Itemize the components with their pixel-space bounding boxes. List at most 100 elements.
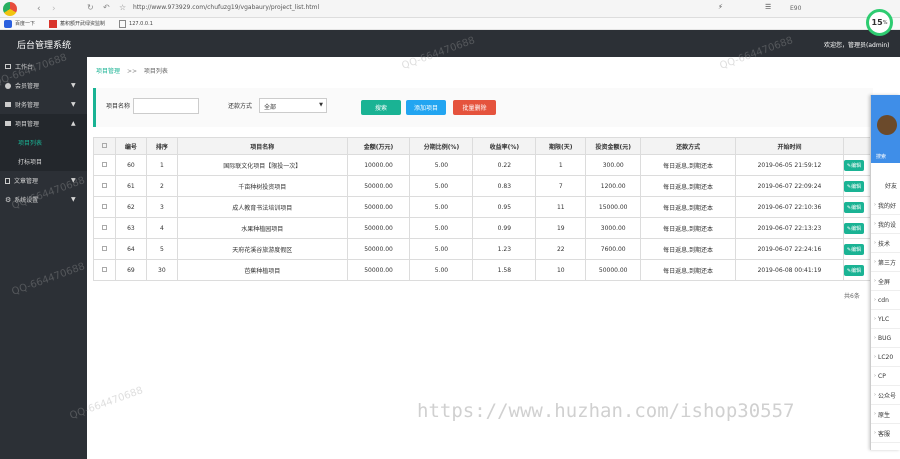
breadcrumb-root[interactable]: 项目管理 [96, 68, 120, 75]
row-checkbox[interactable] [101, 182, 107, 188]
repay-cell: 每日返息,到期还本 [640, 196, 737, 218]
bookmark-item[interactable]: 127.0.0.1 [129, 21, 153, 27]
menu-icon[interactable]: ☰ [765, 3, 771, 11]
panel-list-item-label: 我的好 [878, 202, 897, 210]
select-all-checkbox[interactable] [101, 142, 107, 148]
row-select-cell [93, 154, 116, 176]
table-header-row: 编号 排序 项目名称 金额(万元) 分期比例(%) 收益率(%) 期限(天) 投… [93, 137, 874, 155]
main-content: 项目管理 >> 项目列表 项目名称 还款方式 全部 ▼ 搜索 添加项目 批量删除… [87, 57, 900, 459]
edit-button[interactable]: ✎编辑 [844, 180, 865, 192]
back-icon[interactable]: ‹ [37, 4, 41, 14]
header-actions [842, 137, 874, 155]
amount-cell: 50000.00 [346, 217, 411, 239]
panel-list-item[interactable]: › BUG [871, 329, 900, 348]
panel-list-item[interactable]: › 第三方 [871, 253, 900, 272]
batch-delete-button[interactable]: 批量删除 [453, 100, 496, 115]
panel-list-item[interactable]: › YLC [871, 310, 900, 329]
table-row: 63 4 水果种植园项目 50000.00 5.00 0.99 19 3000.00 每日返息,… [93, 217, 874, 239]
panel-list-item[interactable]: › CP [871, 367, 900, 386]
bookmark-item[interactable]: 百度一下 [15, 20, 35, 27]
panel-list-item[interactable]: › 客服 [871, 424, 900, 443]
rate-cell: 0.99 [472, 217, 537, 239]
panel-list-item[interactable]: › 技术 [871, 234, 900, 253]
pager-info: 共6条 [844, 293, 860, 300]
select-all-cell [93, 137, 116, 155]
speed-value: 15 [871, 18, 883, 27]
panel-list-item-label: 公众号 [878, 392, 897, 400]
lightning-icon[interactable]: ⚡ [718, 3, 723, 11]
header-repay: 还款方式 [640, 137, 737, 155]
panel-list-item[interactable]: › 公众号 [871, 386, 900, 405]
chevron-right-icon: › [874, 373, 876, 379]
panel-list-item[interactable]: › LC20 [871, 348, 900, 367]
edit-button[interactable]: ✎编辑 [844, 222, 865, 234]
sort-cell: 3 [145, 196, 178, 218]
days-cell: 22 [535, 238, 587, 260]
row-checkbox[interactable] [101, 161, 107, 167]
forward-icon[interactable]: › [52, 4, 56, 14]
panel-list-item[interactable]: › cdn [871, 291, 900, 310]
user-menu[interactable]: 欢迎您，管理员(admin) [824, 40, 889, 49]
repay-cell: 每日返息,到期还本 [640, 154, 737, 176]
header-id: 编号 [114, 137, 147, 155]
chevron-right-icon: › [874, 221, 876, 227]
panel-list-item[interactable]: › 全屏 [871, 272, 900, 291]
sidebar-item-projects[interactable]: 项目管理 ▲ [0, 114, 87, 133]
invest-cell: 300.00 [585, 154, 642, 176]
row-checkbox[interactable] [101, 245, 107, 251]
browser-logo-icon [3, 2, 17, 16]
panel-list-item[interactable]: › 我的好 [871, 196, 900, 215]
panel-list-item-label: 我的设 [878, 221, 897, 229]
sidebar-item-marked-projects[interactable]: 打标项目 [0, 152, 87, 171]
edit-button[interactable]: ✎编辑 [844, 243, 865, 255]
bookmark-baidu-icon [4, 19, 12, 28]
add-project-button[interactable]: 添加项目 [406, 100, 446, 115]
app-title: 后台管理系统 [17, 41, 72, 51]
search-button-label: 搜索 [374, 105, 387, 112]
time-cell: 2019-06-07 22:09:24 [735, 175, 844, 197]
sort-cell: 5 [145, 238, 178, 260]
header-days: 期限(天) [535, 137, 587, 155]
row-checkbox[interactable] [101, 203, 107, 209]
sidebar-item-finance[interactable]: 财务管理 ▼ [0, 95, 87, 114]
chevron-right-icon: › [874, 335, 876, 341]
days-cell: 1 [535, 154, 587, 176]
id-cell: 63 [114, 217, 147, 239]
sidebar-item-project-list[interactable]: 项目列表 [0, 133, 87, 152]
amount-cell: 50000.00 [346, 196, 411, 218]
bookmark-item[interactable]: 蓄积额开武绿资监制 [60, 20, 105, 27]
row-select-cell [93, 196, 116, 218]
time-cell: 2019-06-05 21:59:12 [735, 154, 844, 176]
project-name-input[interactable] [133, 98, 199, 114]
chevron-right-icon: › [874, 316, 876, 322]
panel-search[interactable]: 搜索 [876, 153, 886, 160]
edit-button[interactable]: ✎编辑 [844, 159, 865, 171]
star-icon[interactable]: ☆ [119, 3, 126, 12]
extension-label[interactable]: E90 [790, 5, 801, 12]
panel-tab[interactable]: 好友 [871, 163, 900, 196]
edit-button-label: 编辑 [851, 267, 862, 274]
invest-cell: 3000.00 [585, 217, 642, 239]
panel-list-item[interactable]: › 我的设 [871, 215, 900, 234]
address-bar[interactable]: http://www.973929.com/chufuzg19/vgabaury… [133, 4, 693, 11]
repay-type-select[interactable]: 全部 ▼ [259, 98, 327, 113]
chevron-right-icon: › [874, 259, 876, 265]
edit-button[interactable]: ✎编辑 [844, 201, 865, 213]
panel-list-item-label: LC20 [878, 353, 894, 361]
row-select-cell [93, 175, 116, 197]
row-checkbox[interactable] [101, 266, 107, 272]
search-button[interactable]: 搜索 [361, 100, 401, 115]
row-checkbox[interactable] [101, 224, 107, 230]
speed-badge[interactable]: 15 % [866, 9, 893, 36]
avatar[interactable] [877, 115, 897, 135]
undo-icon[interactable]: ↶ [103, 3, 110, 12]
id-cell: 60 [114, 154, 147, 176]
ratio-cell: 5.00 [409, 196, 474, 218]
days-cell: 10 [535, 259, 587, 281]
header-rate: 收益率(%) [472, 137, 537, 155]
edit-button[interactable]: ✎编辑 [844, 264, 865, 276]
panel-list-item[interactable]: › 原生 [871, 405, 900, 424]
ratio-cell: 5.00 [409, 259, 474, 281]
reload-icon[interactable]: ↻ [87, 3, 94, 12]
repay-cell: 每日返息,到期还本 [640, 259, 737, 281]
